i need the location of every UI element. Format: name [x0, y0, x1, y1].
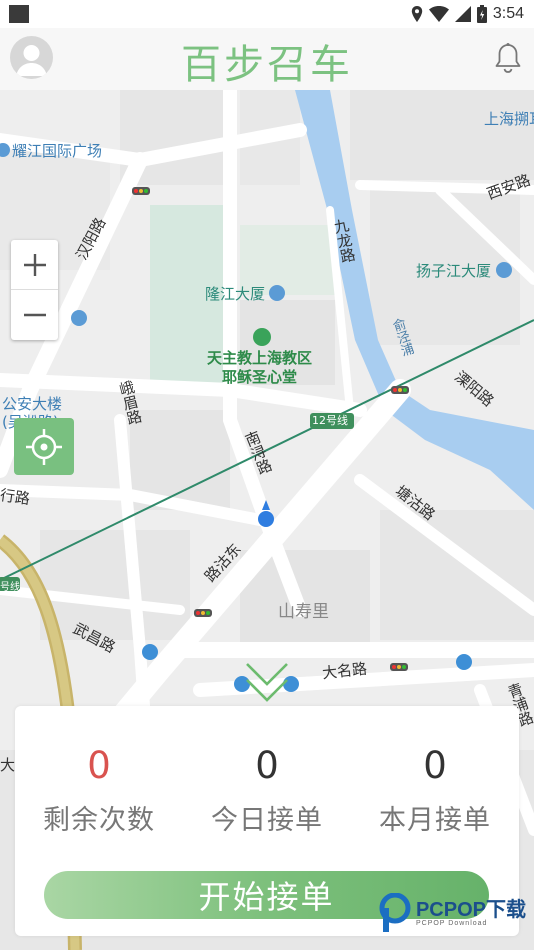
watermark: PCPOP下载 PCPOP Download [378, 893, 526, 933]
zoom-in-button[interactable] [11, 240, 58, 290]
today-orders-label: 今日接单 [211, 805, 323, 836]
locate-button[interactable] [14, 418, 74, 475]
pcpop-logo [379, 893, 411, 932]
today-orders-value: 0 [255, 744, 279, 787]
map-label: 耶稣圣心堂 [222, 368, 298, 386]
map-label: 上海搠耳 [484, 110, 534, 128]
today-orders-stat: 0 今日接单 [183, 742, 351, 837]
pickup-marker-icon [246, 663, 288, 702]
status-bar: 3:54 [0, 0, 534, 28]
battery-icon [476, 5, 487, 23]
current-location-marker [258, 500, 274, 527]
month-orders-label: 本月接单 [379, 805, 491, 836]
month-orders-stat: 0 本月接单 [351, 742, 519, 837]
signal-icon [454, 6, 471, 22]
crosshair-icon [26, 428, 62, 465]
bell-icon[interactable] [494, 42, 522, 74]
watermark-brand: PCPOP下载 [415, 898, 526, 921]
map-label: 隆江大厦 [205, 285, 266, 303]
zoom-out-button[interactable] [11, 290, 58, 339]
map-label: 山寿里 [278, 602, 329, 622]
map-label: 行路 [0, 485, 32, 508]
notification-icon [9, 5, 29, 23]
status-time: 3:54 [492, 5, 524, 22]
map-label: 扬子江大厦 [416, 262, 492, 280]
minus-icon [23, 313, 46, 316]
remaining-count-label: 剩余次数 [43, 805, 155, 836]
remaining-count-stat: 0 剩余次数 [15, 742, 183, 837]
remaining-count-value: 0 [87, 744, 111, 787]
location-icon [411, 6, 423, 22]
zoom-controls [11, 240, 58, 340]
status-icons: 3:54 [411, 4, 524, 24]
plus-icon [23, 253, 46, 276]
metro-line-badge: 号线 [0, 582, 20, 593]
app-header: 百步召车 [0, 28, 534, 91]
wifi-icon [428, 6, 449, 22]
map-label: 天主教上海教区 [207, 349, 313, 367]
map-label: 耀江国际广场 [12, 142, 103, 160]
watermark-sub: PCPOP Download [415, 919, 488, 927]
metro-line-badge: 12号线 [312, 414, 348, 427]
month-orders-value: 0 [423, 744, 447, 787]
page-title: 百步召车 [181, 42, 353, 88]
